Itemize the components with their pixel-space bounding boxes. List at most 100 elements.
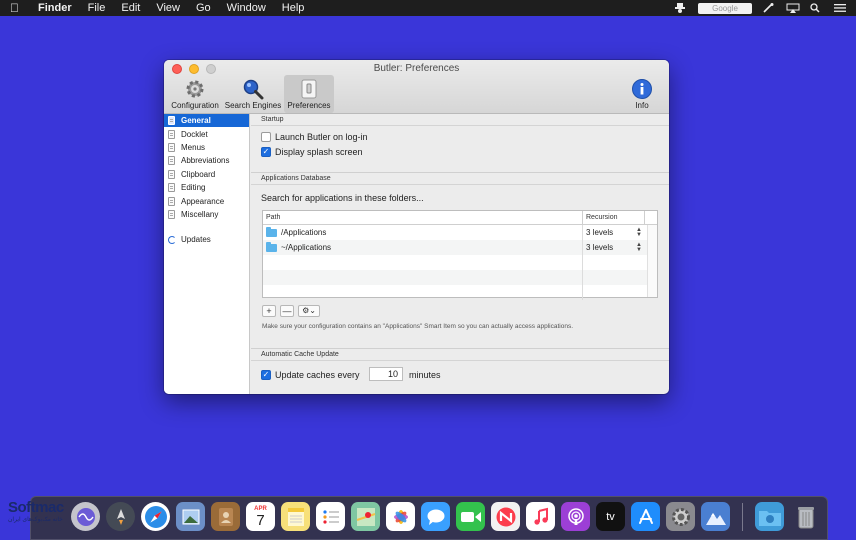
toolbar-configuration-label: Configuration: [171, 101, 219, 110]
row-path: /Applications: [281, 228, 327, 237]
menu-app-name[interactable]: Finder: [30, 0, 80, 16]
table-buttons: + — ⚙⌄: [262, 305, 320, 317]
safari-icon[interactable]: [141, 502, 170, 531]
news-icon[interactable]: [491, 502, 520, 531]
music-icon[interactable]: [526, 502, 555, 531]
toolbar-preferences[interactable]: Preferences: [284, 75, 334, 113]
toolbar-search-engines-label: Search Engines: [224, 101, 282, 110]
sidebar-item-docklet[interactable]: Docklet: [164, 127, 249, 140]
maps-icon[interactable]: [351, 502, 380, 531]
launchpad-icon[interactable]: [106, 502, 135, 531]
sidebar-item-general[interactable]: General: [164, 114, 249, 128]
airplay-icon[interactable]: [786, 3, 800, 13]
facetime-icon[interactable]: [456, 502, 485, 531]
menu-help[interactable]: Help: [274, 0, 313, 16]
column-header-path[interactable]: Path: [263, 211, 583, 224]
document-icon: [168, 209, 175, 219]
butler-icon[interactable]: [701, 502, 730, 531]
preferences-sidebar: General Docklet Menus Abbreviations Clip…: [164, 114, 250, 394]
sidebar-item-abbreviations[interactable]: Abbreviations: [164, 154, 249, 167]
apps-db-prompt: Search for applications in these folders…: [261, 193, 424, 203]
watermark-subtitle: خانه مک‌بوک‌های ایران: [8, 517, 63, 523]
calendar-icon[interactable]: APR 7: [246, 502, 275, 531]
trash-icon[interactable]: [791, 502, 820, 531]
menu-view[interactable]: View: [148, 0, 188, 16]
section-header-apps-db: Applications Database: [251, 173, 669, 185]
menu-edit[interactable]: Edit: [113, 0, 148, 16]
sidebar-item-clipboard[interactable]: Clipboard: [164, 168, 249, 181]
podcasts-icon[interactable]: [561, 502, 590, 531]
sidebar-item-menus[interactable]: Menus: [164, 141, 249, 154]
spotlight-icon[interactable]: [810, 3, 824, 13]
table-row[interactable]: ~/Applications 3 levels ▲ ▼: [263, 240, 657, 255]
checkmark-icon: ✓: [261, 147, 271, 157]
display-splash-checkbox[interactable]: ✓ Display splash screen: [261, 147, 363, 157]
apple-tv-icon[interactable]: tv: [596, 502, 625, 531]
sidebar-item-label: Appearance: [181, 196, 225, 206]
document-icon: [168, 142, 175, 152]
gear-icon: [166, 77, 224, 101]
switch-icon: [284, 77, 334, 101]
document-icon: [168, 183, 175, 193]
toolbar-preferences-label: Preferences: [287, 101, 331, 110]
sidebar-item-appearance[interactable]: Appearance: [164, 194, 249, 207]
preferences-window: Butler: Preferences Configuration Search…: [164, 60, 669, 394]
reminders-icon[interactable]: [316, 502, 345, 531]
stepper-arrows-icon: ▲ ▼: [636, 241, 642, 253]
section-header-startup: Startup: [251, 114, 669, 126]
checkbox-label: Display splash screen: [275, 147, 363, 157]
toolbar-search-engines[interactable]: Search Engines: [224, 75, 282, 113]
calendar-day: 7: [256, 511, 265, 529]
recursion-select[interactable]: 3 levels ▲ ▼: [583, 225, 645, 240]
notification-center-icon[interactable]: [834, 3, 848, 13]
google-search-field[interactable]: Google: [698, 2, 752, 14]
folders-table: Path Recursion /Applications 3 levels ▲ ▼ …: [262, 210, 658, 300]
sidebar-item-label: Editing: [181, 183, 206, 193]
table-row-empty: [263, 255, 657, 270]
remove-folder-button[interactable]: —: [280, 305, 294, 317]
action-menu-button[interactable]: ⚙⌄: [298, 305, 320, 317]
preview-icon[interactable]: [176, 502, 205, 531]
system-preferences-icon[interactable]: [666, 502, 695, 531]
table-row[interactable]: /Applications 3 levels ▲ ▼: [263, 225, 657, 240]
section-header-cache: Automatic Cache Update: [251, 349, 669, 361]
document-icon: [168, 156, 175, 166]
downloads-folder-icon[interactable]: [755, 502, 784, 531]
sidebar-item-label: Abbreviations: [181, 156, 230, 166]
menu-bar:  Finder File Edit View Go Window Help G…: [0, 0, 856, 16]
sidebar-item-label: Docklet: [181, 129, 208, 139]
table-row-empty: [263, 285, 657, 300]
apple-menu-icon[interactable]: : [10, 1, 30, 15]
butler-menu-icon[interactable]: [674, 3, 688, 13]
launch-on-login-checkbox[interactable]: Launch Butler on log-in: [261, 132, 368, 142]
sidebar-item-label: Menus: [181, 142, 206, 152]
cache-interval-input[interactable]: 10: [369, 367, 403, 381]
sidebar-item-updates[interactable]: Updates: [164, 233, 249, 246]
messages-icon[interactable]: [421, 502, 450, 531]
sidebar-item-label: General: [181, 116, 211, 126]
window-title: Butler: Preferences: [373, 63, 460, 74]
brush-icon[interactable]: [762, 3, 776, 13]
notes-icon[interactable]: [281, 502, 310, 531]
update-caches-checkbox[interactable]: ✓ Update caches every: [261, 370, 360, 380]
menu-file[interactable]: File: [80, 0, 114, 16]
document-icon: [168, 169, 175, 179]
watermark-brand: Softmac: [8, 499, 64, 516]
contacts-icon[interactable]: [211, 502, 240, 531]
table-scrollbar[interactable]: [647, 225, 657, 297]
menu-go[interactable]: Go: [188, 0, 219, 16]
toolbar-configuration[interactable]: Configuration: [166, 75, 224, 113]
checkbox-label: Launch Butler on log-in: [275, 132, 368, 142]
dock: APR 7 tv: [30, 496, 828, 540]
sidebar-item-editing[interactable]: Editing: [164, 181, 249, 194]
app-store-icon[interactable]: [631, 502, 660, 531]
menu-window[interactable]: Window: [219, 0, 274, 16]
toolbar-info[interactable]: Info: [622, 75, 662, 113]
sidebar-item-miscellany[interactable]: Miscellany: [164, 208, 249, 221]
add-folder-button[interactable]: +: [262, 305, 276, 317]
column-header-recursion[interactable]: Recursion: [583, 211, 645, 224]
cache-interval-unit: minutes: [409, 370, 441, 380]
photos-icon[interactable]: [386, 502, 415, 531]
row-recursion: 3 levels: [586, 228, 614, 237]
recursion-select[interactable]: 3 levels ▲ ▼: [583, 240, 645, 255]
